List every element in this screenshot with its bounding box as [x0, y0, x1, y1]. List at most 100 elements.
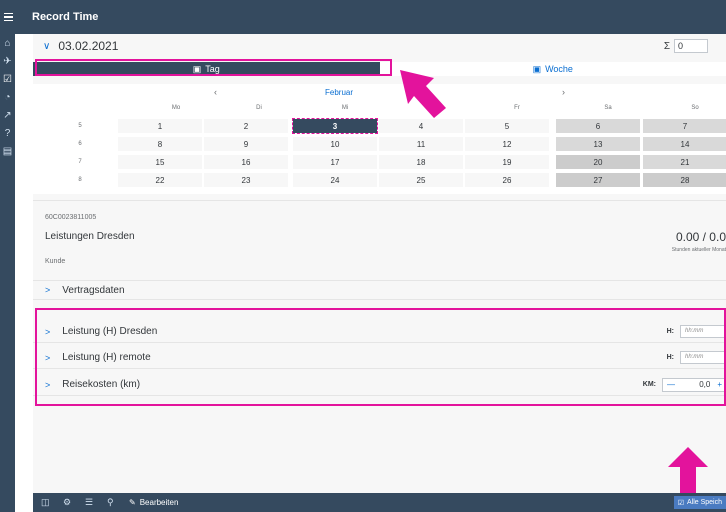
chevron-right-icon: >: [45, 326, 51, 337]
calendar-day[interactable]: 26: [464, 172, 550, 188]
leistung-remote-label: Leistung (H) remote: [62, 352, 151, 363]
run-icon[interactable]: ✈: [0, 52, 15, 70]
calendar-day[interactable]: 3: [292, 118, 378, 134]
clock-icon[interactable]: ◔: [0, 88, 15, 106]
km-field-label: KM:: [642, 381, 656, 388]
service-name: Leistungen Dresden: [45, 231, 135, 242]
calendar-day[interactable]: 20: [555, 154, 641, 170]
week-number: 8: [78, 177, 82, 183]
calendar-day[interactable]: 23: [203, 172, 289, 188]
view-tabs: ▣ Tag ▣ Woche: [33, 62, 726, 76]
calendar-day[interactable]: 1: [117, 118, 203, 134]
reisekosten-row[interactable]: > Reisekosten (km) KM: — 0,0 +: [33, 374, 726, 396]
calendar-day[interactable]: 18: [378, 154, 464, 170]
calendar-icon: ▣: [192, 63, 202, 74]
current-date[interactable]: 03.02.2021: [58, 39, 118, 53]
settings-icon[interactable]: ⚙: [63, 497, 77, 508]
app-frame: Record Time ⌂ ✈ ☑ ◔ ↗ ? ▤ ∨ 03.02.2021 Σ…: [0, 0, 726, 512]
calendar-day[interactable]: 25: [378, 172, 464, 188]
leistung-dresden-field: H: hh:mm: [667, 325, 726, 338]
calendar-day[interactable]: 14: [642, 136, 726, 152]
calendar-day[interactable]: 24: [292, 172, 378, 188]
edit-button[interactable]: ✎ Bearbeiten: [129, 498, 178, 507]
calendar-day[interactable]: 22: [117, 172, 203, 188]
calendar-day[interactable]: 21: [642, 154, 726, 170]
hamburger-menu-icon[interactable]: [4, 12, 20, 22]
minus-icon[interactable]: —: [663, 380, 679, 389]
weekday-header: Mo Di Mi Do Fr Sa So: [33, 100, 726, 116]
service-code: 60C0023811005: [45, 214, 97, 221]
footer-toolbar: ◫ ⚙ ☰ ⚲ ✎ Bearbeiten ☑ Alle Speich: [33, 493, 726, 512]
main-content: ∨ 03.02.2021 Σ 0 ▣ Tag ▣ Woche ‹ Februar…: [33, 34, 726, 493]
pencil-icon: ✎: [129, 498, 136, 507]
user-icon[interactable]: ⚲: [107, 497, 121, 508]
prev-month-icon[interactable]: ‹: [214, 87, 217, 97]
vertragsdaten-label: Vertragsdaten: [62, 284, 125, 296]
check-icon[interactable]: ☑: [0, 70, 15, 88]
weekday-label: Fr: [514, 105, 520, 111]
date-bar: ∨ 03.02.2021 Σ 0: [33, 34, 726, 58]
calendar-week-row: 51234567: [33, 118, 726, 134]
reisekosten-label: Reisekosten (km): [62, 379, 141, 390]
side-rail: ⌂ ✈ ☑ ◔ ↗ ? ▤: [0, 34, 15, 512]
week-number: 5: [78, 123, 82, 129]
tab-woche-label: Woche: [545, 64, 573, 74]
calendar-day[interactable]: 12: [464, 136, 550, 152]
calendar-day[interactable]: 7: [642, 118, 726, 134]
calendar-day[interactable]: 17: [292, 154, 378, 170]
calendar-day[interactable]: 5: [464, 118, 550, 134]
calendar-grid: Mo Di Mi Do Fr Sa So 5 1 2 3 4 5 6 7 6 8 9 10 11 12 13…: [33, 100, 726, 194]
calendar-day[interactable]: 13: [555, 136, 641, 152]
calendar-day[interactable]: 6: [555, 118, 641, 134]
divider: [33, 200, 726, 201]
km-stepper[interactable]: — 0,0 +: [662, 377, 726, 392]
tab-woche[interactable]: ▣ Woche: [379, 62, 726, 76]
calendar-day[interactable]: 28: [642, 172, 726, 188]
chevron-right-icon: >: [45, 285, 51, 295]
weekday-label: So: [691, 105, 699, 111]
chart-icon[interactable]: ↗: [0, 106, 15, 124]
customer-label: Kunde: [45, 258, 66, 265]
calendar-day[interactable]: 16: [203, 154, 289, 170]
tab-tag-label: Tag: [205, 64, 220, 74]
chevron-right-icon: >: [45, 352, 51, 363]
weekday-label: Di: [256, 105, 262, 111]
sum-field: 0: [674, 39, 708, 53]
checkbox-icon: ☑: [677, 499, 684, 507]
calendar-day[interactable]: 9: [203, 136, 289, 152]
calendar-day[interactable]: 4: [378, 118, 464, 134]
hours-input[interactable]: hh:mm: [680, 351, 726, 364]
plus-icon[interactable]: +: [714, 380, 725, 389]
calendar-day[interactable]: 2: [203, 118, 289, 134]
vertragsdaten-panel[interactable]: > Vertragsdaten: [33, 280, 726, 300]
leistung-remote-row[interactable]: > Leistung (H) remote H: hh:mm: [33, 347, 726, 369]
save-all-button[interactable]: ☑ Alle Speich: [673, 496, 726, 509]
calendar-day[interactable]: 15: [117, 154, 203, 170]
chevron-down-icon[interactable]: ∨: [43, 41, 50, 52]
list-icon[interactable]: ☰: [85, 497, 99, 508]
month-label[interactable]: Februar: [325, 88, 353, 97]
edit-label: Bearbeiten: [139, 498, 179, 507]
doc-icon[interactable]: ▤: [0, 142, 15, 160]
hours-input[interactable]: hh:mm: [680, 325, 726, 338]
hours-label: Stunden aktueller Monat: [671, 247, 726, 253]
hours-value: 0.00 / 0.0: [675, 230, 726, 244]
feedback-icon[interactable]: ◫: [41, 497, 55, 508]
km-field: KM: — 0,0 +: [642, 377, 726, 392]
calendar-day[interactable]: 10: [292, 136, 378, 152]
leistung-dresden-row[interactable]: > Leistung (H) Dresden H: hh:mm: [33, 321, 726, 343]
leistung-dresden-label: Leistung (H) Dresden: [62, 326, 158, 337]
weekday-label: Sa: [604, 105, 612, 111]
km-value[interactable]: 0,0: [679, 380, 714, 389]
calendar-day[interactable]: 19: [464, 154, 550, 170]
sum-display: Σ 0: [664, 39, 708, 53]
calendar-day[interactable]: 27: [555, 172, 641, 188]
next-month-icon[interactable]: ›: [562, 87, 565, 97]
calendar-day[interactable]: 11: [378, 136, 464, 152]
month-navigation: ‹ Februar ›: [33, 84, 726, 100]
calendar-week-row: 8 22 23 24 25 26 27 28: [33, 172, 726, 188]
home-icon[interactable]: ⌂: [0, 34, 15, 52]
help-icon[interactable]: ?: [0, 124, 15, 142]
tab-tag[interactable]: ▣ Tag: [33, 62, 380, 76]
calendar-day[interactable]: 8: [117, 136, 203, 152]
